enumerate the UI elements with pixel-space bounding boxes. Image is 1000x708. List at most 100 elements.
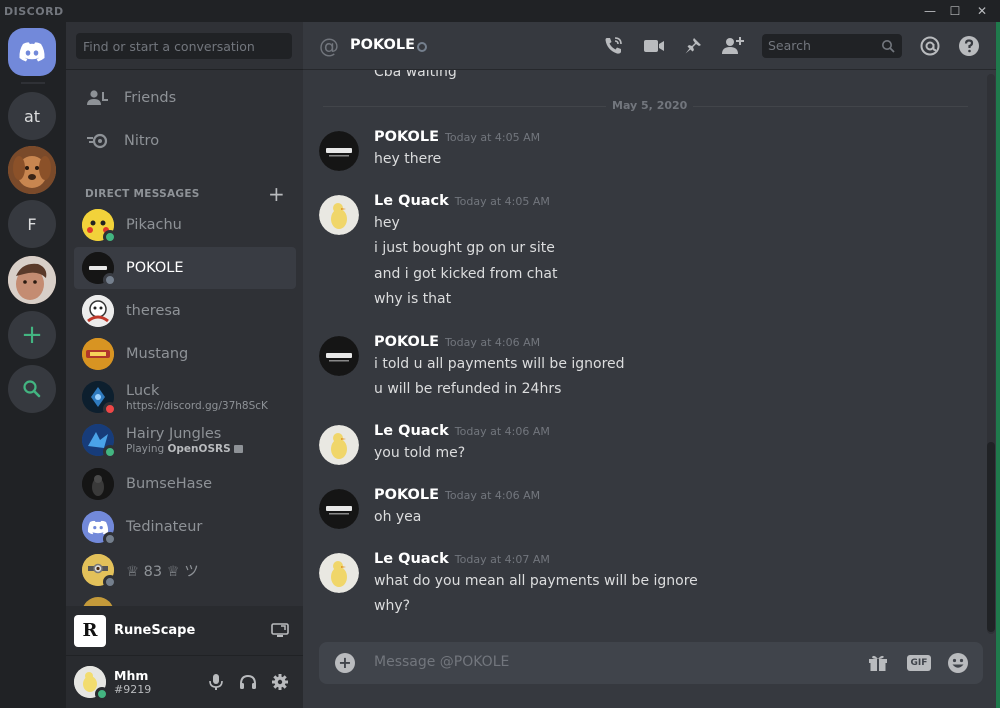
gif-picker-button[interactable]: GIF (906, 652, 932, 674)
dm-name: Luck (126, 382, 160, 399)
activity-game: OpenOSRS (167, 442, 231, 455)
server-dog[interactable] (8, 146, 56, 194)
dm-name: Hairy Jungles (126, 425, 222, 442)
start-voice-call-icon[interactable] (601, 34, 625, 58)
message-author[interactable]: POKOLE Today at 4:06 AM (374, 334, 540, 350)
runescape-logo-icon: R (74, 614, 106, 647)
avatar (82, 252, 117, 287)
le-quack-avatar-icon[interactable] (319, 425, 359, 465)
add-friends-to-dm-icon[interactable] (721, 34, 745, 58)
home-button[interactable] (8, 28, 56, 76)
dm-item-pokole[interactable]: POKOLE (74, 247, 296, 289)
nav-nitro[interactable]: Nitro (76, 121, 296, 161)
sidebar-separator (66, 69, 303, 70)
message-search-input[interactable]: Search (762, 34, 902, 58)
mentions-icon[interactable] (918, 34, 942, 58)
le-quack-avatar-icon[interactable] (319, 553, 359, 593)
dm-item-mustang[interactable]: Mustang (74, 333, 296, 375)
dm-item-partial (82, 597, 114, 606)
close-button[interactable]: ✕ (974, 3, 990, 19)
minimize-button[interactable]: — (922, 3, 938, 19)
server-face[interactable] (8, 256, 56, 304)
message-input[interactable]: Message @POKOLE (374, 654, 509, 670)
server-at[interactable]: at (8, 92, 56, 140)
message-composer[interactable]: + Message @POKOLE GIF (319, 642, 983, 684)
mustang-avatar-icon (82, 338, 114, 370)
activity-prefix: Playing (126, 442, 165, 455)
author-name: POKOLE (374, 487, 440, 503)
message-text: oh yea (374, 509, 422, 525)
nitro-icon (82, 125, 114, 157)
emoji-icon[interactable] (946, 652, 970, 674)
nav-friends-label: Friends (124, 90, 177, 106)
explore-servers-button[interactable] (8, 365, 56, 413)
dm-item-bumsehase[interactable]: BumseHase (74, 463, 296, 505)
message-list: Cba waiting May 5, 2020 POKOLE Today at 4… (303, 70, 1000, 642)
background-window-edge (996, 22, 1000, 708)
message-author[interactable]: Le Quack Today at 4:07 AM (374, 551, 550, 567)
server-f[interactable]: F (8, 200, 56, 248)
message-text: i told u all payments will be ignored (374, 356, 625, 372)
start-video-call-icon[interactable] (642, 34, 666, 58)
le-quack-avatar-icon[interactable] (319, 195, 359, 235)
direct-messages-title: DIRECT MESSAGES (85, 188, 200, 200)
scrollbar-thumb[interactable] (987, 442, 995, 632)
avatar (82, 338, 114, 370)
message-author[interactable]: Le Quack Today at 4:06 AM (374, 423, 550, 439)
message-text: why is that (374, 291, 452, 307)
settings-gear-icon[interactable] (270, 672, 290, 692)
gif-label: GIF (907, 655, 931, 671)
dm-item-hairy-jungles[interactable]: Hairy Jungles Playing OpenOSRS (74, 419, 296, 461)
dm-sidebar: Find or start a conversation Friends Nit… (66, 22, 303, 708)
dm-item-tedinateur[interactable]: Tedinateur (74, 506, 296, 548)
user-discriminator: #9219 (114, 683, 152, 696)
message-author[interactable]: Le Quack Today at 4:05 AM (374, 193, 550, 209)
pokole-avatar-icon[interactable] (319, 489, 359, 529)
avatar (82, 511, 117, 546)
add-server-button[interactable]: + (8, 311, 56, 359)
help-icon[interactable] (957, 34, 981, 58)
dm-name: POKOLE (126, 260, 184, 276)
dnd-status-icon (103, 402, 117, 416)
dm-item-83[interactable]: ♕ 83 ♕ ツ (74, 549, 296, 591)
date-divider: May 5, 2020 (323, 99, 968, 112)
pinned-messages-icon[interactable] (681, 34, 705, 58)
search-icon (881, 39, 895, 56)
stream-screen-icon[interactable] (271, 623, 289, 642)
gift-icon[interactable] (867, 652, 889, 674)
upload-plus-icon[interactable]: + (335, 653, 355, 673)
maximize-button[interactable]: ☐ (947, 3, 963, 19)
avatar (82, 554, 117, 589)
message-author[interactable]: POKOLE Today at 4:06 AM (374, 487, 540, 503)
microphone-icon[interactable] (206, 672, 226, 692)
find-conversation-input[interactable]: Find or start a conversation (76, 33, 292, 59)
dm-name: Mustang (126, 346, 189, 362)
avatar (82, 295, 114, 327)
dm-item-luck[interactable]: Luck https://discord.gg/37h8ScK (74, 376, 296, 418)
message-timestamp: Today at 4:05 AM (454, 195, 550, 208)
dm-item-theresa[interactable]: theresa (74, 290, 296, 332)
activity-panel: R RuneScape (66, 606, 303, 656)
direct-messages-header: DIRECT MESSAGES + (85, 182, 295, 206)
message-timestamp: Today at 4:05 AM (445, 131, 541, 144)
pokole-avatar-icon[interactable] (319, 131, 359, 171)
message-text: what do you mean all payments will be ig… (374, 573, 698, 589)
message-timestamp: Today at 4:06 AM (454, 425, 550, 438)
headphones-icon[interactable] (238, 672, 258, 692)
dog-avatar-icon (8, 146, 56, 194)
pokole-avatar-icon[interactable] (319, 336, 359, 376)
nav-friends[interactable]: Friends (76, 78, 296, 118)
chat-area: @ POKOLE Search Cba waiting May 5, 2020 … (303, 22, 1000, 708)
offline-status-icon (103, 575, 117, 589)
create-dm-button[interactable]: + (268, 182, 285, 206)
activity-game-name: RuneScape (114, 623, 196, 638)
bumsehase-avatar-icon (82, 468, 114, 500)
online-status-icon (103, 445, 117, 459)
dm-name: theresa (126, 303, 181, 319)
user-avatar[interactable] (74, 666, 109, 701)
dm-name: ♕ 83 ♕ ツ (126, 563, 199, 580)
dm-item-pikachu[interactable]: Pikachu (74, 204, 296, 246)
nav-nitro-label: Nitro (124, 133, 160, 149)
message-timestamp: Today at 4:06 AM (445, 489, 541, 502)
message-author[interactable]: POKOLE Today at 4:05 AM (374, 129, 540, 145)
